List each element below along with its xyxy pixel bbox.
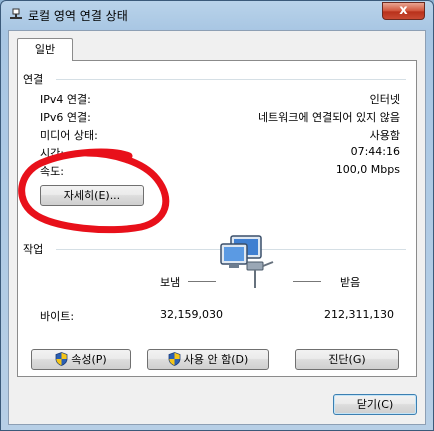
media-state-label: 미디어 상태: [40,129,98,142]
network-connection-icon [10,8,22,19]
details-button[interactable]: 자세히(E)... [40,185,144,206]
connection-group-title: 연결 [23,73,44,86]
speed-label: 속도: [40,165,64,178]
diagnose-button[interactable]: 진단(G) [295,349,399,370]
duration-value: 07:44:16 [350,145,400,158]
sent-line [188,281,216,282]
ipv4-label: IPv4 연결: [40,93,91,106]
window-title: 로컬 영역 연결 상태 [28,9,128,23]
ipv6-label: IPv6 연결: [40,111,91,124]
title-bar[interactable]: 로컬 영역 연결 상태 x [1,1,433,29]
uac-shield-icon [55,352,68,366]
ipv6-value: 네트워크에 연결되어 있지 않음 [257,111,400,124]
ipv4-value: 인터넷 [369,93,400,106]
network-activity-icon [220,235,274,288]
bytes-label: 바이트: [40,310,75,323]
tab-general[interactable]: 일반 [17,38,73,61]
connection-divider [56,79,406,80]
duration-label: 시간: [40,147,64,160]
close-button[interactable]: 닫기(C) [333,394,417,415]
sent-label: 보냄 [160,276,181,289]
speed-value: 100,0 Mbps [335,163,400,176]
media-state-value: 사용함 [369,129,400,142]
bytes-sent-value: 32,159,030 [160,308,223,321]
uac-shield-icon [168,352,181,366]
close-icon[interactable]: x [382,2,425,20]
disable-button[interactable]: 사용 안 함(D) [147,349,269,370]
received-line [293,281,321,282]
status-window: 로컬 영역 연결 상태 x 일반 연결 IPv4 연결: 인터넷 IPv6 연결… [0,0,434,431]
activity-group-title: 작업 [23,243,44,256]
dialog-client: 일반 연결 IPv4 연결: 인터넷 IPv6 연결: 네트워크에 연결되어 있… [8,30,426,425]
bytes-received-value: 212,311,130 [324,308,394,321]
disable-label: 사용 안 함(D) [183,353,249,366]
properties-label: 속성(P) [71,353,107,366]
properties-button[interactable]: 속성(P) [31,349,131,370]
received-label: 받음 [340,276,361,289]
tab-panel-general: 연결 IPv4 연결: 인터넷 IPv6 연결: 네트워크에 연결되어 있지 않… [17,60,417,377]
